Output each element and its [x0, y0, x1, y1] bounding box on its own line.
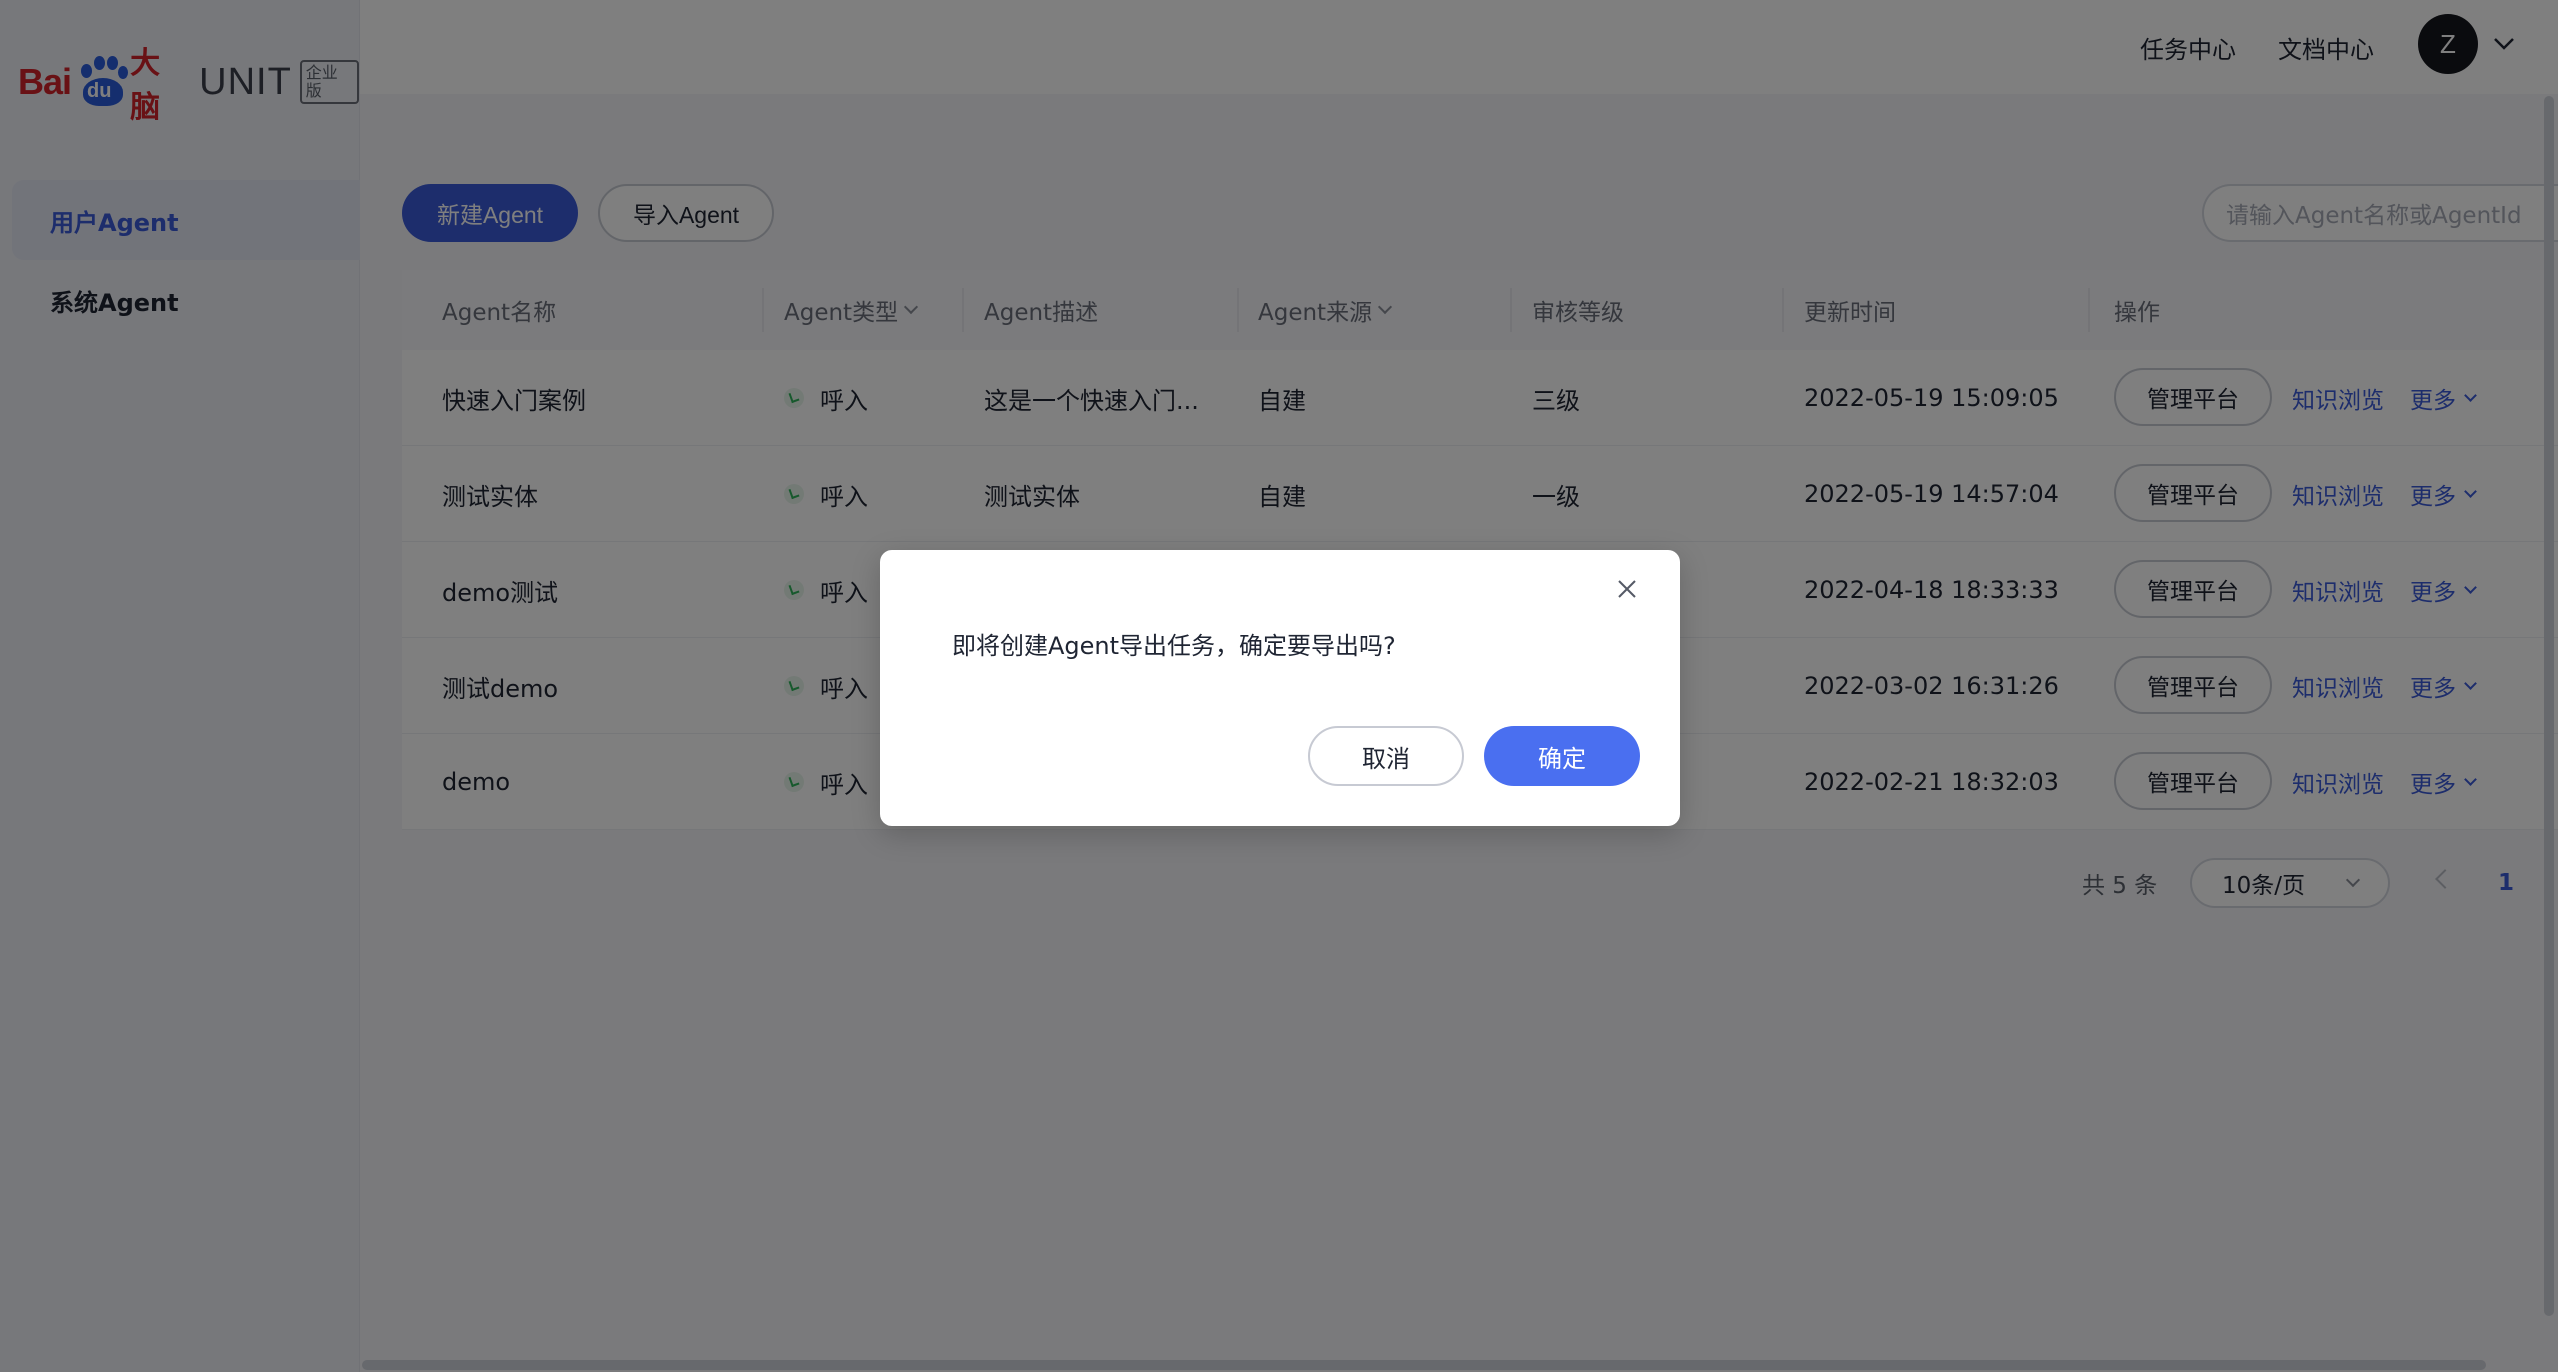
export-confirm-dialog: 即将创建Agent导出任务，确定要导出吗? 取消 确定	[880, 550, 1680, 826]
app: Bai du 大脑 UNIT 企业版 用户Agent 系统Agent 任务中心 …	[0, 0, 2558, 1372]
cancel-button[interactable]: 取消	[1308, 726, 1464, 786]
confirm-button[interactable]: 确定	[1484, 726, 1640, 786]
close-icon[interactable]	[1614, 576, 1640, 602]
dialog-message: 即将创建Agent导出任务，确定要导出吗?	[952, 632, 1396, 660]
